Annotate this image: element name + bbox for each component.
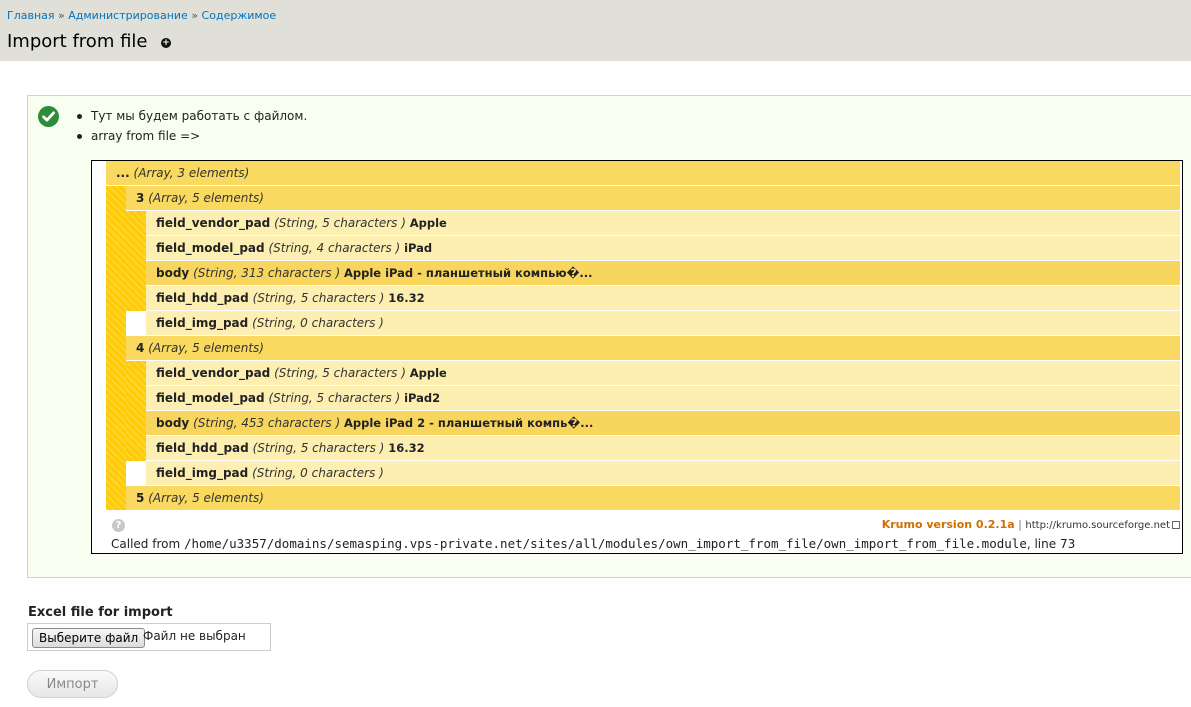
krumo-type: (String, 5 characters ) <box>268 391 401 405</box>
krumo-field-row: field_vendor_pad (String, 5 characters )… <box>146 361 1180 385</box>
krumo-key: field_hdd_pad <box>156 441 249 455</box>
krumo-key: 4 <box>136 341 145 355</box>
krumo-key: body <box>156 416 190 430</box>
krumo-key: ... <box>116 166 130 180</box>
krumo-type: (String, 4 characters ) <box>268 241 401 255</box>
krumo-type: (Array, 5 elements) <box>148 491 264 505</box>
krumo-key: 5 <box>136 491 145 505</box>
krumo-value: Apple iPad - планшетный компью�... <box>343 266 593 280</box>
krumo-type: (Array, 3 elements) <box>133 166 250 180</box>
krumo-version: Krumo version 0.2.1a | http://krumo.sour… <box>882 518 1180 531</box>
status-message: Тут мы будем работать с файлом. array fr… <box>27 95 1191 578</box>
krumo-key: field_img_pad <box>156 466 249 480</box>
krumo-field-row: field_model_pad (String, 4 characters ) … <box>146 236 1180 260</box>
krumo-field-row[interactable]: body (String, 313 characters ) Apple iPa… <box>146 261 1180 285</box>
krumo-key: field_vendor_pad <box>156 216 271 230</box>
choose-file-button[interactable]: Выберите файл <box>32 628 146 648</box>
krumo-nest-bar <box>106 186 126 510</box>
krumo-nest-bar <box>126 211 146 311</box>
krumo-value: Apple iPad 2 - планшетный компь�... <box>343 416 594 430</box>
check-circle-icon <box>38 106 59 127</box>
krumo-key: field_hdd_pad <box>156 291 249 305</box>
external-link-icon <box>1172 521 1180 529</box>
krumo-value: iPad2 <box>404 391 441 405</box>
breadcrumb-separator: » <box>58 9 65 22</box>
krumo-dump: ... (Array, 3 elements) 3 (Array, 5 elem… <box>91 160 1183 554</box>
krumo-root-row[interactable]: ... (Array, 3 elements) <box>106 161 1180 185</box>
krumo-type: (String, 5 characters ) <box>252 291 385 305</box>
breadcrumb-home[interactable]: Главная <box>7 9 55 22</box>
krumo-type: (String, 313 characters ) <box>193 266 341 280</box>
krumo-key: field_vendor_pad <box>156 366 271 380</box>
krumo-field-row: field_img_pad (String, 0 characters ) <box>146 311 1180 335</box>
import-button[interactable]: Импорт <box>27 670 118 698</box>
krumo-field-row: field_img_pad (String, 0 characters ) <box>146 461 1180 485</box>
krumo-type: (String, 5 characters ) <box>274 216 406 230</box>
krumo-nest-bar <box>126 361 146 461</box>
page-title: Import from file <box>7 31 148 52</box>
krumo-type: (Array, 5 elements) <box>148 341 264 355</box>
breadcrumb: Главная » Администрирование » Содержимое <box>7 9 276 22</box>
krumo-type: (String, 5 characters ) <box>252 441 385 455</box>
krumo-array-row[interactable]: 5 (Array, 5 elements) <box>126 486 1180 510</box>
krumo-type: (Array, 5 elements) <box>148 191 264 205</box>
message-item: Тут мы будем работать с файлом. <box>76 109 307 129</box>
krumo-array-row[interactable]: 4 (Array, 5 elements) <box>126 336 1180 360</box>
krumo-type: (String, 453 characters ) <box>193 416 341 430</box>
krumo-field-row: field_vendor_pad (String, 5 characters )… <box>146 211 1180 235</box>
krumo-link[interactable]: http://krumo.sourceforge.net <box>1025 520 1170 531</box>
file-status-text: Файл не выбран <box>143 629 246 643</box>
help-icon[interactable]: ? <box>112 519 125 532</box>
file-input[interactable]: Выберите файл Файл не выбран <box>27 623 271 651</box>
called-from: Called from /home/u3357/domains/semaspin… <box>111 536 1075 551</box>
krumo-value: Apple <box>409 366 447 380</box>
krumo-field-row: field_model_pad (String, 5 characters ) … <box>146 386 1180 410</box>
krumo-key: 3 <box>136 191 145 205</box>
krumo-field-row[interactable]: body (String, 453 characters ) Apple iPa… <box>146 411 1180 435</box>
called-from-line: , line 73 <box>1026 537 1076 551</box>
krumo-value: 16.32 <box>388 291 425 305</box>
page-header: Главная » Администрирование » Содержимое… <box>0 0 1191 61</box>
plus-circle-icon[interactable]: + <box>161 38 171 48</box>
krumo-array-row[interactable]: 3 (Array, 5 elements) <box>126 186 1180 210</box>
called-from-path: /home/u3357/domains/semasping.vps-privat… <box>183 536 1027 551</box>
krumo-version-label[interactable]: Krumo version 0.2.1a <box>882 518 1015 531</box>
krumo-type: (String, 0 characters ) <box>252 466 384 480</box>
message-item: array from file => <box>76 129 307 149</box>
file-field-label: Excel file for import <box>28 605 173 620</box>
called-from-label: Called from <box>111 537 181 551</box>
krumo-key: field_model_pad <box>156 391 265 405</box>
krumo-key: field_img_pad <box>156 316 249 330</box>
breadcrumb-content[interactable]: Содержимое <box>202 9 277 22</box>
krumo-field-row: field_hdd_pad (String, 5 characters ) 16… <box>146 286 1180 310</box>
krumo-footer: ? Krumo version 0.2.1a | http://krumo.so… <box>106 515 1182 551</box>
krumo-key: field_model_pad <box>156 241 265 255</box>
message-list: Тут мы будем работать с файлом. array fr… <box>76 109 307 149</box>
breadcrumb-separator: » <box>191 9 199 22</box>
krumo-field-row: field_hdd_pad (String, 5 characters ) 16… <box>146 436 1180 460</box>
krumo-type: (String, 0 characters ) <box>252 316 384 330</box>
krumo-key: body <box>156 266 190 280</box>
krumo-separator: | <box>1018 518 1022 531</box>
krumo-value: iPad <box>404 241 433 255</box>
krumo-type: (String, 5 characters ) <box>274 366 406 380</box>
krumo-value: 16.32 <box>388 441 425 455</box>
breadcrumb-admin[interactable]: Администрирование <box>68 9 188 22</box>
krumo-value: Apple <box>409 216 447 230</box>
